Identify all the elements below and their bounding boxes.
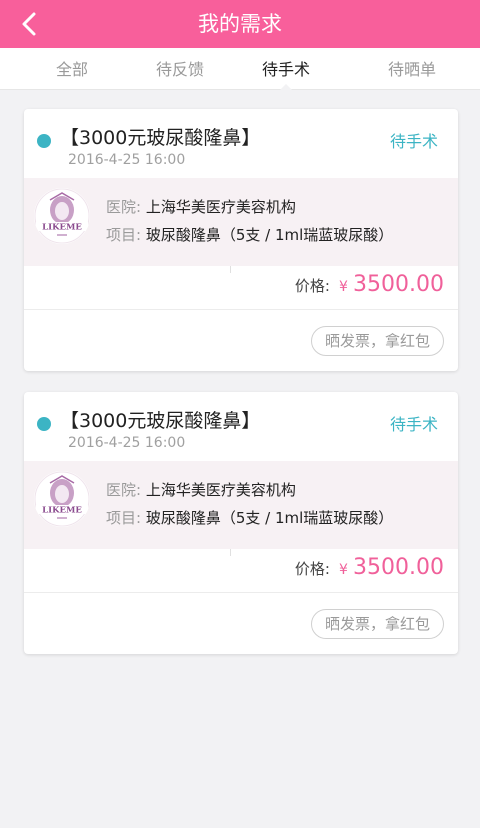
tab-pending-review[interactable]: 待晒单 [352,48,472,90]
price-label: 价格: [294,560,330,578]
hospital-name: 上海华美医疗美容机构 [145,198,296,216]
svg-text:LIKEME: LIKEME [42,223,82,233]
order-date: 2016-4-25 16:00 [68,152,186,168]
order-price: 价格: ¥ 3500.00 [295,272,444,297]
divider-tick [230,549,231,556]
order-price: 价格: ¥ 3500.00 [295,555,444,580]
order-card[interactable]: 【3000元玻尿酸隆鼻】 2016-4-25 16:00 待手术 LIKEME … [24,109,458,371]
tab-pending-feedback[interactable]: 待反馈 [120,48,240,90]
share-invoice-button[interactable]: 晒发票，拿红包 [311,609,444,639]
order-detail: LIKEME 医院: 上海华美医疗美容机构 项目: 玻尿酸隆鼻（5支 / 1ml… [24,178,458,266]
project-name: 玻尿酸隆鼻（5支 / 1ml瑞蓝玻尿酸） [145,509,394,527]
currency-symbol: ¥ [339,279,348,295]
hospital-row: 医院: 上海华美医疗美容机构 [106,196,296,217]
hospital-logo: LIKEME [34,188,90,244]
price-amount: 3500.00 [353,555,444,580]
hospital-name: 上海华美医疗美容机构 [145,481,296,499]
hospital-label: 医院: [106,198,142,216]
order-status: 待手术 [389,132,438,151]
status-dot [37,417,51,431]
tab-bar: 全部 待反馈 待手术 待晒单 [0,48,480,90]
project-row: 项目: 玻尿酸隆鼻（5支 / 1ml瑞蓝玻尿酸） [106,507,393,528]
status-dot [37,134,51,148]
order-card[interactable]: 【3000元玻尿酸隆鼻】 2016-4-25 16:00 待手术 LIKEME … [24,392,458,654]
price-row: 价格: ¥ 3500.00 [24,549,458,593]
page-title: 我的需求 [198,12,282,36]
hospital-label: 医院: [106,481,142,499]
order-title: 【3000元玻尿酸隆鼻】 [60,410,261,432]
tab-all[interactable]: 全部 [12,48,132,90]
hospital-row: 医院: 上海华美医疗美容机构 [106,479,296,500]
project-row: 项目: 玻尿酸隆鼻（5支 / 1ml瑞蓝玻尿酸） [106,224,393,245]
currency-symbol: ¥ [339,562,348,578]
project-name: 玻尿酸隆鼻（5支 / 1ml瑞蓝玻尿酸） [145,226,394,244]
active-tab-indicator [280,84,292,90]
order-detail: LIKEME 医院: 上海华美医疗美容机构 项目: 玻尿酸隆鼻（5支 / 1ml… [24,461,458,549]
svg-text:LIKEME: LIKEME [42,506,82,516]
divider-tick [230,266,231,273]
price-label: 价格: [294,277,330,295]
order-date: 2016-4-25 16:00 [68,435,186,451]
share-invoice-button[interactable]: 晒发票，拿红包 [311,326,444,356]
order-status: 待手术 [389,415,438,434]
hospital-logo: LIKEME [34,471,90,527]
project-label: 项目: [106,509,142,527]
price-row: 价格: ¥ 3500.00 [24,266,458,310]
order-title: 【3000元玻尿酸隆鼻】 [60,127,261,149]
price-amount: 3500.00 [353,272,444,297]
project-label: 项目: [106,226,142,244]
header-bar: 我的需求 [0,0,480,48]
